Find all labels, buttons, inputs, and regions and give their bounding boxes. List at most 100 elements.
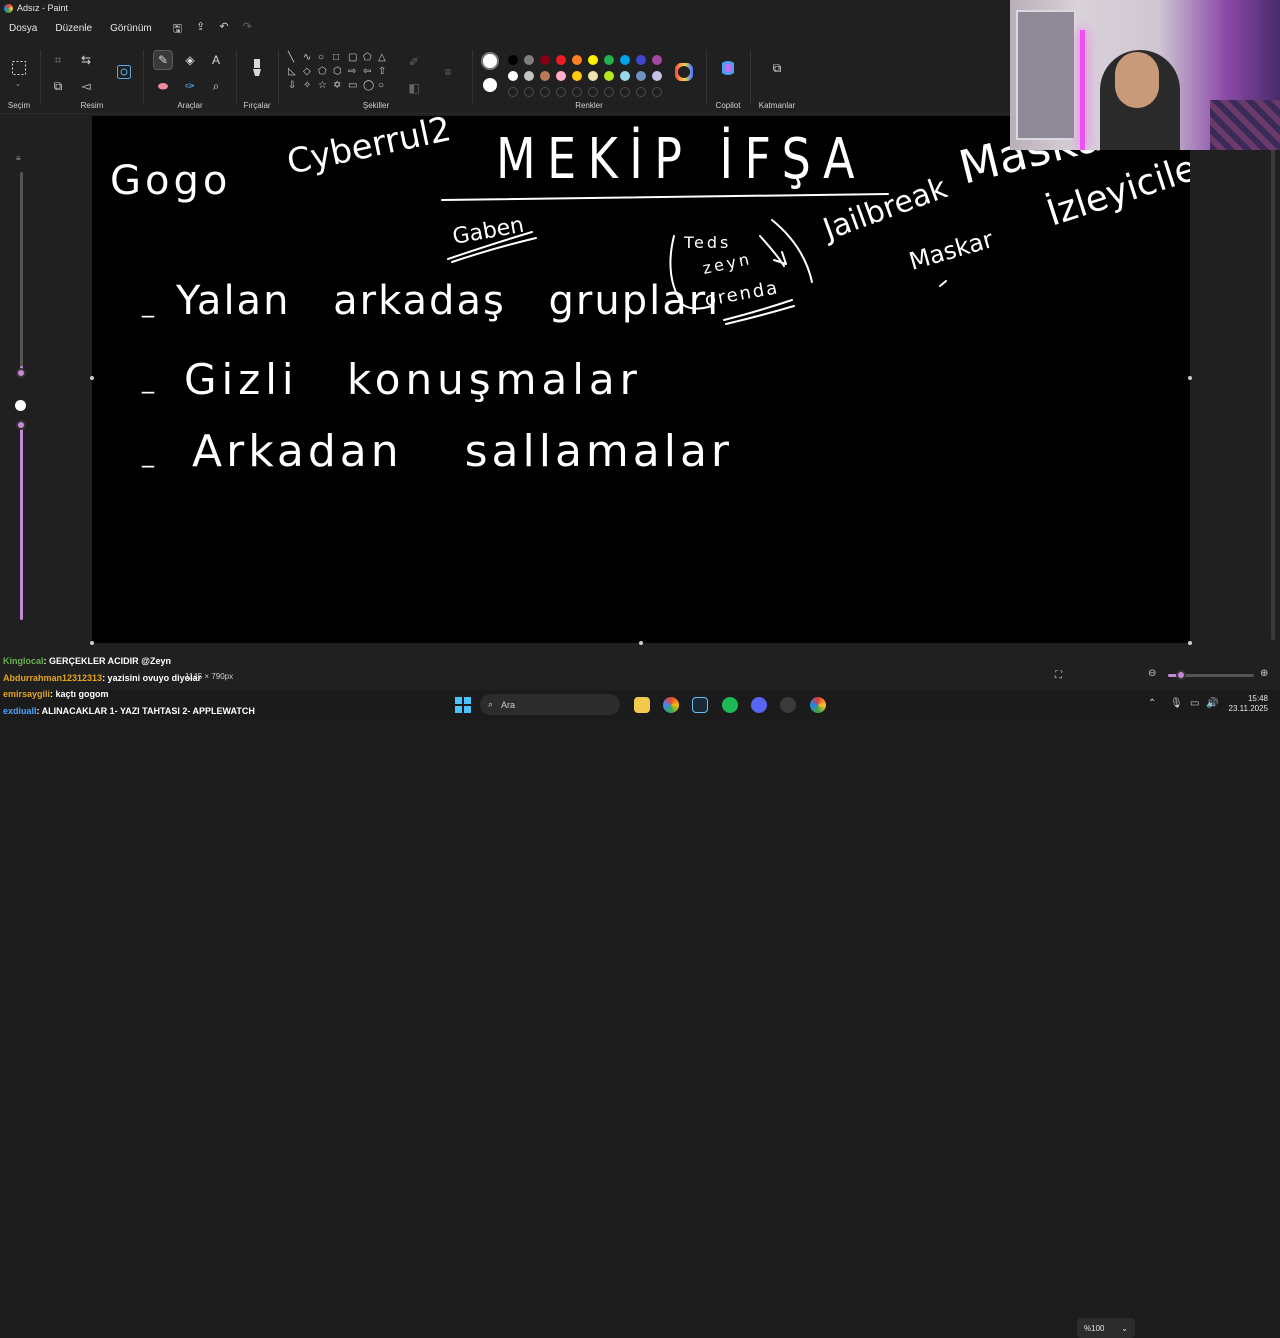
resize-handle-bottom-left[interactable] [90, 641, 94, 645]
tray-chevron-up-icon[interactable]: ⌃ [1148, 698, 1156, 709]
menu-file[interactable]: Dosya [0, 16, 46, 42]
size-slider-track[interactable] [20, 172, 23, 372]
steam-icon[interactable] [692, 697, 708, 713]
callout-rect-icon[interactable]: ▭ [348, 80, 363, 91]
color-swatch[interactable] [508, 71, 518, 81]
color-swatch[interactable] [540, 55, 550, 65]
image-transform-icon[interactable]: ⧉ [48, 76, 68, 96]
custom-color-slot[interactable] [604, 87, 614, 97]
oval-shape-icon[interactable]: ○ [318, 52, 333, 63]
copilot-icon[interactable] [718, 58, 738, 78]
start-icon[interactable] [455, 697, 471, 713]
eraser-icon[interactable]: ⬬ [153, 76, 173, 96]
color-swatch[interactable] [588, 71, 598, 81]
text-icon[interactable]: A [206, 50, 226, 70]
resize-handle-bottom[interactable] [639, 641, 643, 645]
fit-to-window-icon[interactable]: ⛶ [1055, 670, 1062, 681]
color-swatch[interactable] [604, 71, 614, 81]
redo-icon[interactable]: ↷ [243, 20, 252, 39]
color-swatch[interactable] [572, 55, 582, 65]
undo-icon[interactable]: ↶ [219, 20, 228, 39]
size-slider-thumb[interactable] [16, 368, 26, 378]
color-swatch[interactable] [620, 71, 630, 81]
fill-icon[interactable]: ◧ [404, 78, 424, 98]
hexagon-shape-icon[interactable]: ⬡ [333, 66, 348, 77]
drawing-canvas[interactable]: MEKİP İFŞA Gogo Cyberrul2 Gaben Teds zey… [90, 102, 1216, 645]
curve-shape-icon[interactable]: ∿ [303, 52, 318, 63]
edit-colors-icon[interactable] [674, 62, 694, 82]
vertical-scrollbar[interactable] [1271, 140, 1275, 640]
magnifier-icon[interactable]: ⌕ [206, 76, 226, 96]
color-swatch[interactable] [636, 55, 646, 65]
left-arrow-shape-icon[interactable]: ⇦ [363, 66, 378, 77]
save-icon[interactable]: 🖫 [173, 20, 182, 39]
outline-icon[interactable]: ✐ [404, 52, 424, 72]
zoom-in-icon[interactable]: ⊕ [1260, 668, 1268, 679]
color-swatch[interactable] [620, 55, 630, 65]
chrome-icon[interactable] [663, 697, 679, 713]
zoom-out-icon[interactable]: ⊖ [1148, 668, 1156, 679]
five-point-star-icon[interactable]: ☆ [318, 80, 333, 91]
primary-color-swatch[interactable] [481, 52, 499, 70]
opacity-slider-thumb[interactable] [16, 420, 26, 430]
file-explorer-icon[interactable] [634, 697, 650, 713]
select-rectangle-icon[interactable] [9, 58, 29, 78]
color-swatch[interactable] [652, 55, 662, 65]
layers-icon[interactable]: ⧉ [767, 58, 787, 78]
color-swatch[interactable] [540, 71, 550, 81]
discord-icon[interactable] [751, 697, 767, 713]
fill-bucket-icon[interactable]: ◈ [180, 50, 200, 70]
color-swatch[interactable] [524, 71, 534, 81]
color-swatch[interactable] [636, 71, 646, 81]
volume-icon[interactable]: 🔊 [1206, 698, 1218, 709]
custom-color-slot[interactable] [508, 87, 518, 97]
right-triangle-shape-icon[interactable]: ◺ [288, 66, 303, 77]
brush-icon[interactable] [247, 58, 267, 78]
custom-color-slot[interactable] [572, 87, 582, 97]
zoom-slider-thumb[interactable] [1176, 670, 1186, 680]
paint-taskbar-icon[interactable] [810, 697, 826, 713]
color-swatch[interactable] [524, 55, 534, 65]
shapes-gallery[interactable]: ╲ ∿ ○ □ ▢ ⬠ △ ◺ ◇ ⬠ ⬡ ⇨ ⇦ ⇧ ⇩ ✧ ☆ ✡ ▭ ◯ … [288, 52, 393, 91]
chevron-down-icon[interactable]: ⌄ [15, 80, 21, 88]
custom-color-slot[interactable] [556, 87, 566, 97]
color-swatch[interactable] [556, 71, 566, 81]
shape-size-icon[interactable]: ≡ [438, 62, 458, 82]
share-icon[interactable]: ⇪ [196, 20, 205, 39]
resize-handle-right[interactable] [1188, 376, 1192, 380]
crop-icon[interactable]: ⌗ [48, 50, 68, 70]
taskbar-search[interactable]: ⌕ Ara [480, 694, 620, 715]
resize-icon[interactable]: ⇆ [76, 50, 96, 70]
color-swatch[interactable] [588, 55, 598, 65]
spotify-icon[interactable] [722, 697, 738, 713]
settings-icon[interactable] [780, 697, 796, 713]
zoom-select[interactable]: %100 ⌄ [1077, 1318, 1135, 1338]
pencil-icon[interactable]: ✎ [153, 50, 173, 70]
secondary-color-swatch[interactable] [483, 78, 497, 92]
tray-clock[interactable]: 15:48 23.11.2025 [1224, 694, 1268, 714]
resize-handle-bottom-right[interactable] [1188, 641, 1192, 645]
six-point-star-icon[interactable]: ✡ [333, 80, 348, 91]
up-arrow-shape-icon[interactable]: ⇧ [378, 66, 393, 77]
triangle-shape-icon[interactable]: △ [378, 52, 393, 63]
callout-oval-icon[interactable]: ◯ [363, 80, 378, 91]
four-point-star-icon[interactable]: ✧ [303, 80, 318, 91]
menu-edit[interactable]: Düzenle [46, 16, 101, 42]
custom-color-slot[interactable] [636, 87, 646, 97]
color-swatch[interactable] [508, 55, 518, 65]
menu-view[interactable]: Görünüm [101, 16, 161, 42]
pentagon-shape-icon[interactable]: ⬠ [318, 66, 333, 77]
right-arrow-shape-icon[interactable]: ⇨ [348, 66, 363, 77]
color-swatch[interactable] [652, 71, 662, 81]
microphone-icon[interactable]: 🎙 [1170, 698, 1183, 709]
rotate-icon[interactable]: ◅ [76, 76, 96, 96]
rounded-rectangle-shape-icon[interactable]: ▢ [348, 52, 363, 63]
opacity-slider-track[interactable] [20, 420, 23, 620]
color-swatch[interactable] [572, 71, 582, 81]
custom-color-slot[interactable] [652, 87, 662, 97]
polygon-shape-icon[interactable]: ⬠ [363, 52, 378, 63]
diamond-shape-icon[interactable]: ◇ [303, 66, 318, 77]
custom-color-slot[interactable] [540, 87, 550, 97]
custom-color-slot[interactable] [524, 87, 534, 97]
resize-handle-left[interactable] [90, 376, 94, 380]
